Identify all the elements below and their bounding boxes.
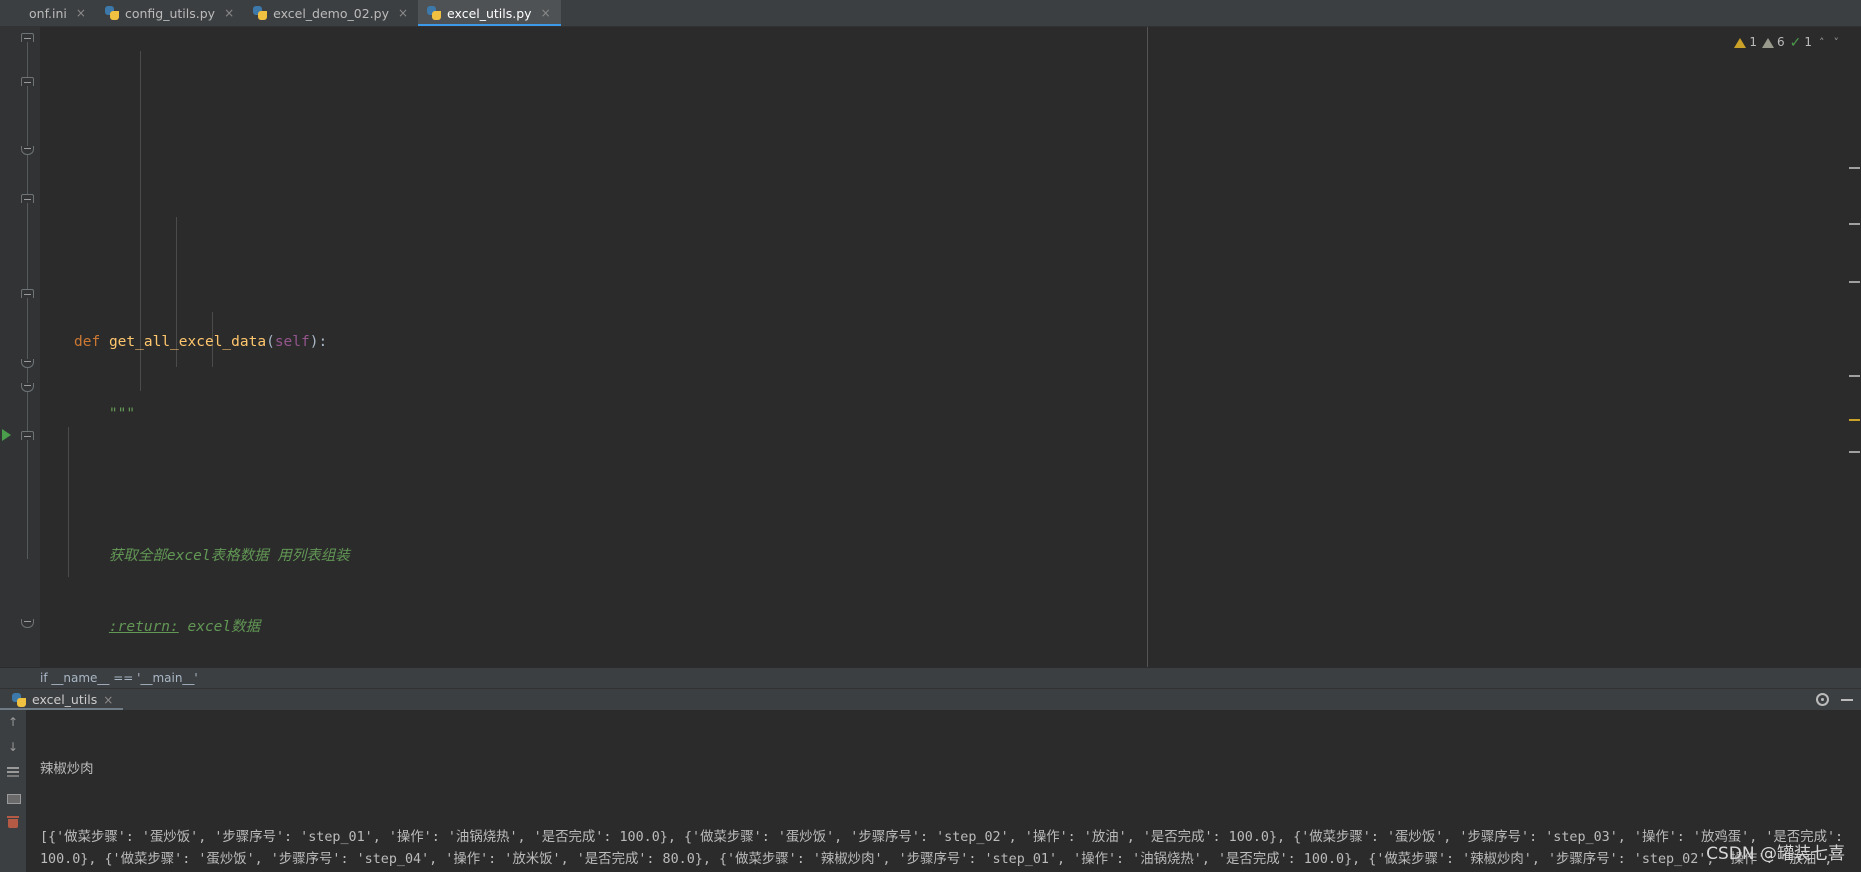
inspections-widget[interactable]: 1 6 ✓ 1 ˄ ˅ [1734, 31, 1842, 64]
code-editor-area: 1 6 ✓ 1 ˄ ˅ def get_all_excel_data(self)… [0, 27, 1861, 667]
stripe-marker[interactable] [1849, 451, 1860, 453]
editor-tab-conf-ini[interactable]: onf.ini × [0, 0, 96, 26]
code-line[interactable]: 获取全部excel表格数据 用列表组装 [40, 545, 1861, 569]
close-icon[interactable]: × [541, 7, 551, 19]
python-file-icon [12, 692, 26, 707]
python-file-icon [253, 6, 268, 20]
console-output-body: [{'做菜步骤': '蛋炒饭', '步骤序号': 'step_01', '操作'… [40, 829, 1844, 868]
editor-tab-label: excel_utils.py [447, 5, 532, 21]
chevron-up-icon[interactable]: ˄ [1817, 31, 1827, 55]
minimize-icon[interactable] [1841, 698, 1853, 701]
scroll-up-icon[interactable]: ↑ [5, 714, 21, 730]
stripe-marker-warning[interactable] [1849, 419, 1860, 421]
close-icon[interactable]: × [398, 7, 408, 19]
console-toolbar: ↑ ↓ [0, 710, 26, 872]
code-line[interactable] [40, 474, 1861, 498]
code-text-area[interactable]: 1 6 ✓ 1 ˄ ˅ def get_all_excel_data(self)… [40, 27, 1861, 667]
code-line[interactable]: def get_all_excel_data(self): [40, 331, 1861, 355]
fold-toggle-for-i-end[interactable] [21, 383, 34, 392]
breadcrumb-label: if __name__ == '__main__' [40, 671, 198, 685]
warning-count: 1 [1749, 35, 1757, 49]
editor-tab-label: config_utils.py [124, 5, 216, 21]
clear-all-icon[interactable] [5, 814, 21, 830]
console-output[interactable]: 辣椒炒肉 [{'做菜步骤': '蛋炒饭', '步骤序号': 'step_01',… [26, 710, 1861, 872]
print-icon[interactable] [5, 789, 21, 805]
fold-toggle-main-block[interactable] [21, 431, 34, 440]
close-icon[interactable]: × [76, 7, 86, 19]
stripe-marker[interactable] [1849, 281, 1860, 283]
stripe-marker[interactable] [1849, 375, 1860, 377]
breadcrumb[interactable]: if __name__ == '__main__' [0, 667, 1861, 688]
chevron-down-icon[interactable]: ˅ [1832, 31, 1842, 55]
ok-indicator[interactable]: ✓ 1 [1790, 31, 1812, 55]
python-file-icon [427, 6, 442, 20]
run-tool-window-header: excel_utils × [0, 688, 1861, 710]
run-main-icon[interactable] [2, 429, 11, 441]
weak-warning-indicator[interactable]: 6 [1761, 31, 1785, 64]
soft-wrap-icon[interactable] [5, 764, 21, 780]
close-icon[interactable]: × [224, 7, 234, 19]
editor-gutter[interactable] [0, 27, 40, 667]
fold-toggle-for-j-end[interactable] [21, 359, 34, 368]
stripe-marker[interactable] [1849, 167, 1860, 169]
editor-tab-label: excel_demo_02.py [273, 5, 389, 21]
code-lines: def get_all_excel_data(self): """ 获取全部ex… [40, 264, 1861, 667]
editor-tab-bar: onf.ini × config_utils.py × excel_demo_0… [0, 0, 1861, 27]
code-line[interactable]: :return: excel数据 [40, 616, 1861, 640]
run-console-panel: ↑ ↓ 辣椒炒肉 [{'做菜步骤': '蛋炒饭', '步骤序号': 'step_… [0, 710, 1861, 872]
fold-toggle-main-end[interactable] [21, 619, 34, 628]
warning-triangle-icon [1734, 37, 1747, 64]
checkmark-icon: ✓ [1789, 34, 1802, 51]
fold-guide-line [27, 39, 28, 559]
editor-tab-label: onf.ini [29, 5, 67, 21]
console-tab-excel-utils[interactable]: excel_utils × [0, 689, 124, 710]
gear-icon[interactable] [1816, 693, 1829, 706]
close-icon[interactable]: × [103, 693, 113, 707]
editor-tab-excel-demo-02[interactable]: excel_demo_02.py × [244, 0, 418, 26]
fold-toggle-docstring[interactable] [21, 77, 34, 86]
weak-warning-count: 6 [1776, 35, 1785, 49]
editor-tab-excel-utils[interactable]: excel_utils.py × [418, 0, 561, 26]
code-line[interactable]: """ [40, 403, 1861, 427]
ok-count: 1 [1804, 35, 1812, 49]
fold-toggle-docstring-end[interactable] [21, 146, 34, 155]
stripe-marker[interactable] [1849, 223, 1860, 225]
weak-warning-triangle-icon [1761, 37, 1774, 64]
error-stripe-markers[interactable] [1848, 27, 1861, 667]
editor-tab-config-utils[interactable]: config_utils.py × [96, 0, 244, 26]
fold-toggle-method[interactable] [21, 33, 34, 42]
fold-toggle-for-i[interactable] [21, 194, 34, 203]
console-output-line-1: 辣椒炒肉 [40, 762, 94, 777]
pycharm-ide-window: onf.ini × config_utils.py × excel_demo_0… [0, 0, 1861, 872]
watermark: CSDN @罐装七喜 [1706, 844, 1845, 864]
warning-indicator[interactable]: 1 [1734, 31, 1757, 64]
console-header-actions [1816, 693, 1853, 706]
scroll-down-icon[interactable]: ↓ [5, 739, 21, 755]
python-file-icon [104, 6, 119, 20]
fold-toggle-for-j[interactable] [21, 289, 34, 298]
console-tab-label: excel_utils [32, 692, 98, 707]
